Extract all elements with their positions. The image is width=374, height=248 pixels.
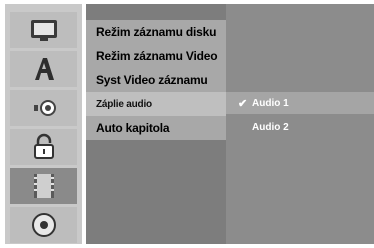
settings-menu: Režim záznamu disku Režim záznamu Video … — [86, 4, 226, 244]
menu-item-video-record-system[interactable]: Syst Video záznamu — [86, 68, 226, 92]
audio-options-panel: ✔ Audio 1 Audio 2 — [226, 4, 374, 244]
menu-item-audio-record[interactable]: Záplie audio — [86, 92, 226, 116]
menu-item-label: Režim záznamu disku — [96, 25, 217, 39]
rail-item-disc[interactable] — [10, 207, 77, 243]
speaker-icon — [33, 100, 56, 116]
menu-item-label: Záplie audio — [96, 98, 152, 110]
lock-icon — [33, 133, 54, 159]
menu-item-disc-record-mode[interactable]: Režim záznamu disku — [86, 20, 226, 44]
option-audio-1[interactable]: ✔ Audio 1 — [226, 92, 374, 114]
menu-item-auto-chapter[interactable]: Auto kapitola — [86, 116, 226, 140]
rail-item-language[interactable] — [10, 51, 77, 87]
option-audio-2[interactable]: Audio 2 — [226, 116, 374, 138]
rail-item-tv[interactable] — [10, 12, 77, 48]
menu-empty-area — [86, 140, 226, 244]
letter-a-icon — [34, 58, 54, 80]
rail-item-audio[interactable] — [10, 90, 77, 126]
option-label: Audio 1 — [252, 97, 289, 109]
menu-item-label: Syst Video záznamu — [96, 73, 208, 87]
setup-screen: Režim záznamu disku Režim záznamu Video … — [0, 0, 374, 248]
rail-item-lock[interactable] — [10, 129, 77, 165]
menu-item-label: Režim záznamu Video — [96, 49, 218, 63]
option-label: Audio 2 — [252, 121, 289, 133]
disc-icon — [31, 213, 56, 237]
rail-item-recording[interactable] — [10, 168, 77, 204]
menu-item-label: Auto kapitola — [96, 121, 170, 135]
film-icon — [33, 174, 54, 198]
menu-item-video-record-mode[interactable]: Režim záznamu Video — [86, 44, 226, 68]
checkmark-icon: ✔ — [238, 97, 248, 110]
tv-icon — [30, 20, 57, 41]
category-rail — [5, 4, 82, 244]
